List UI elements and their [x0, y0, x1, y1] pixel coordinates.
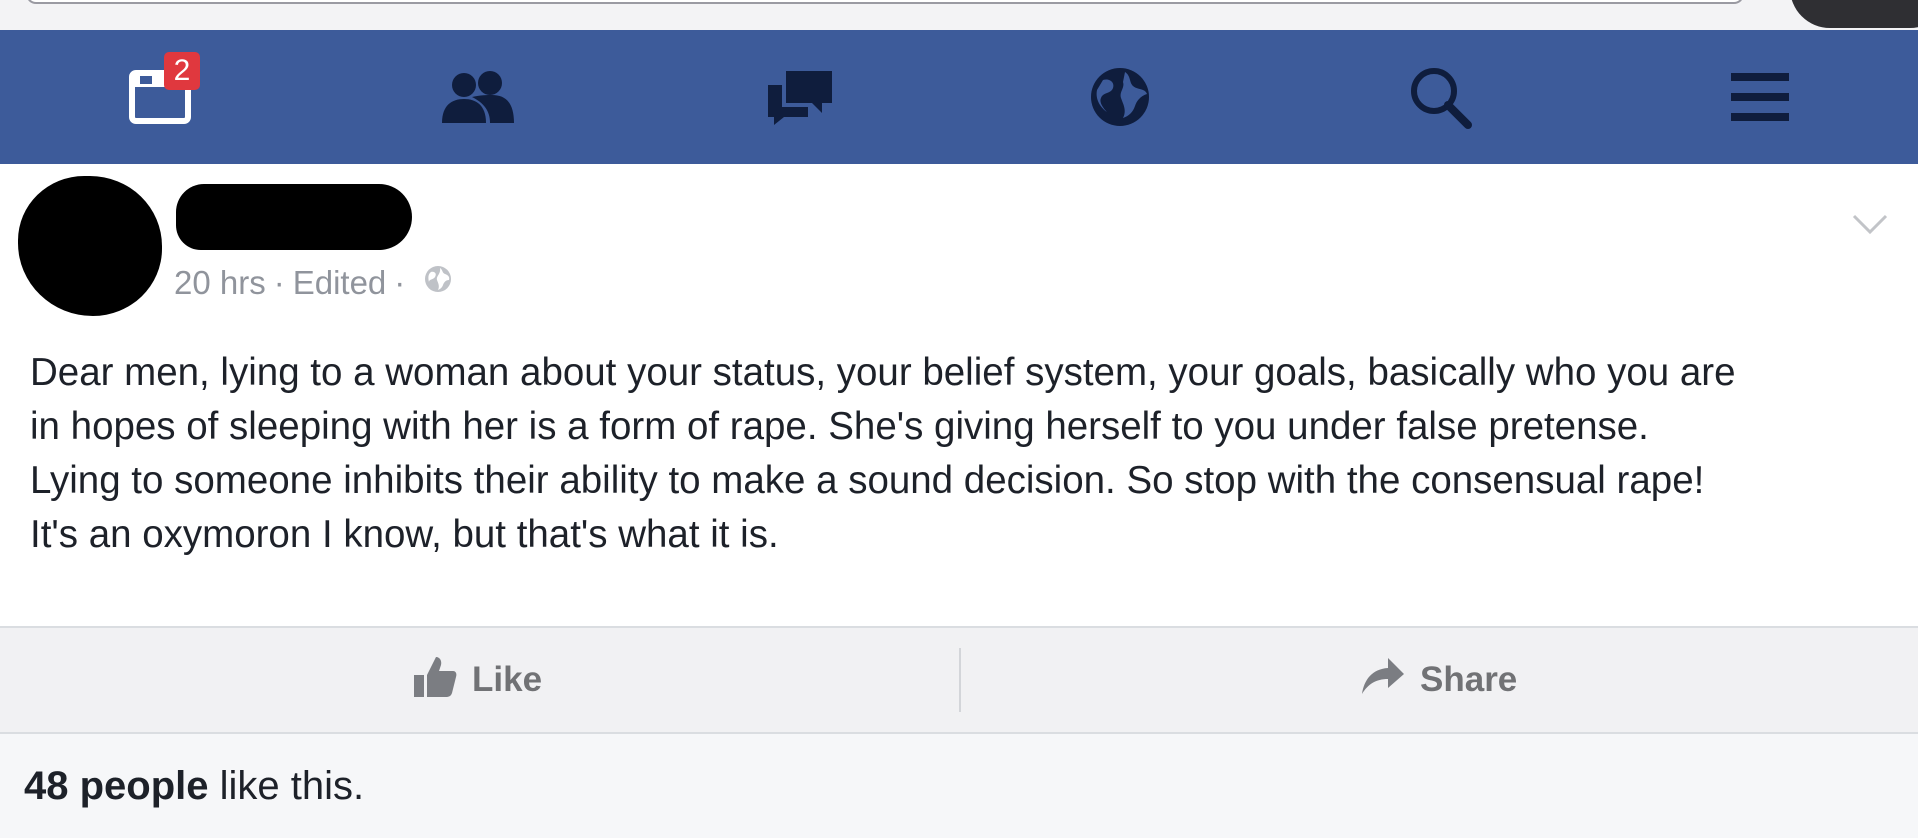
post-line: in hopes of sleeping with her is a form …	[30, 405, 1649, 448]
like-button[interactable]: Like	[412, 628, 542, 732]
post-line: Lying to someone inhibits their ability …	[30, 459, 1705, 502]
author-avatar[interactable]	[18, 176, 162, 316]
menu-icon	[1731, 73, 1789, 121]
browser-corner-control	[1790, 0, 1918, 28]
likes-summary[interactable]: 48 people like this.	[0, 734, 1918, 838]
meta-separator: ·	[394, 264, 406, 301]
public-globe-icon	[423, 264, 453, 302]
top-navigation-bar: 2	[0, 30, 1918, 164]
nav-search[interactable]	[1380, 30, 1500, 164]
post-meta: 20 hrs · Edited ·	[174, 264, 453, 302]
likes-count: 48 people	[24, 764, 209, 808]
post-line: It's an oxymoron I know, but that's what…	[30, 513, 779, 556]
edited-label[interactable]: Edited	[293, 264, 387, 302]
post-timestamp[interactable]: 20 hrs	[174, 264, 266, 302]
notification-badge: 2	[164, 52, 200, 90]
nav-news-feed[interactable]: 2	[100, 30, 220, 164]
action-divider	[959, 648, 961, 712]
like-label: Like	[472, 660, 543, 699]
share-button[interactable]: Share	[1360, 628, 1517, 732]
thumbs-up-icon	[412, 653, 458, 708]
author-name-redacted[interactable]	[176, 184, 412, 250]
nav-notifications[interactable]	[1060, 30, 1180, 164]
share-label: Share	[1420, 660, 1518, 699]
post-message: Dear men, lying to a woman about your st…	[30, 346, 1900, 562]
likes-summary-text: 48 people like this.	[24, 764, 364, 809]
chevron-down-icon[interactable]	[1850, 204, 1890, 244]
browser-top-bar	[0, 0, 1918, 30]
nav-menu[interactable]	[1700, 30, 1820, 164]
post-line: Dear men, lying to a woman about your st…	[30, 351, 1736, 394]
meta-separator: ·	[273, 264, 285, 301]
nav-messages[interactable]	[740, 30, 860, 164]
likes-suffix: like this.	[208, 764, 365, 808]
nav-friends[interactable]	[418, 30, 538, 164]
share-arrow-icon	[1360, 656, 1406, 705]
post-action-bar: Like Share	[0, 626, 1918, 734]
notifications-globe-icon	[1091, 68, 1149, 126]
messages-icon	[768, 71, 832, 125]
friends-icon	[442, 71, 514, 123]
search-icon	[1411, 68, 1472, 129]
address-bar[interactable]	[26, 0, 1744, 4]
